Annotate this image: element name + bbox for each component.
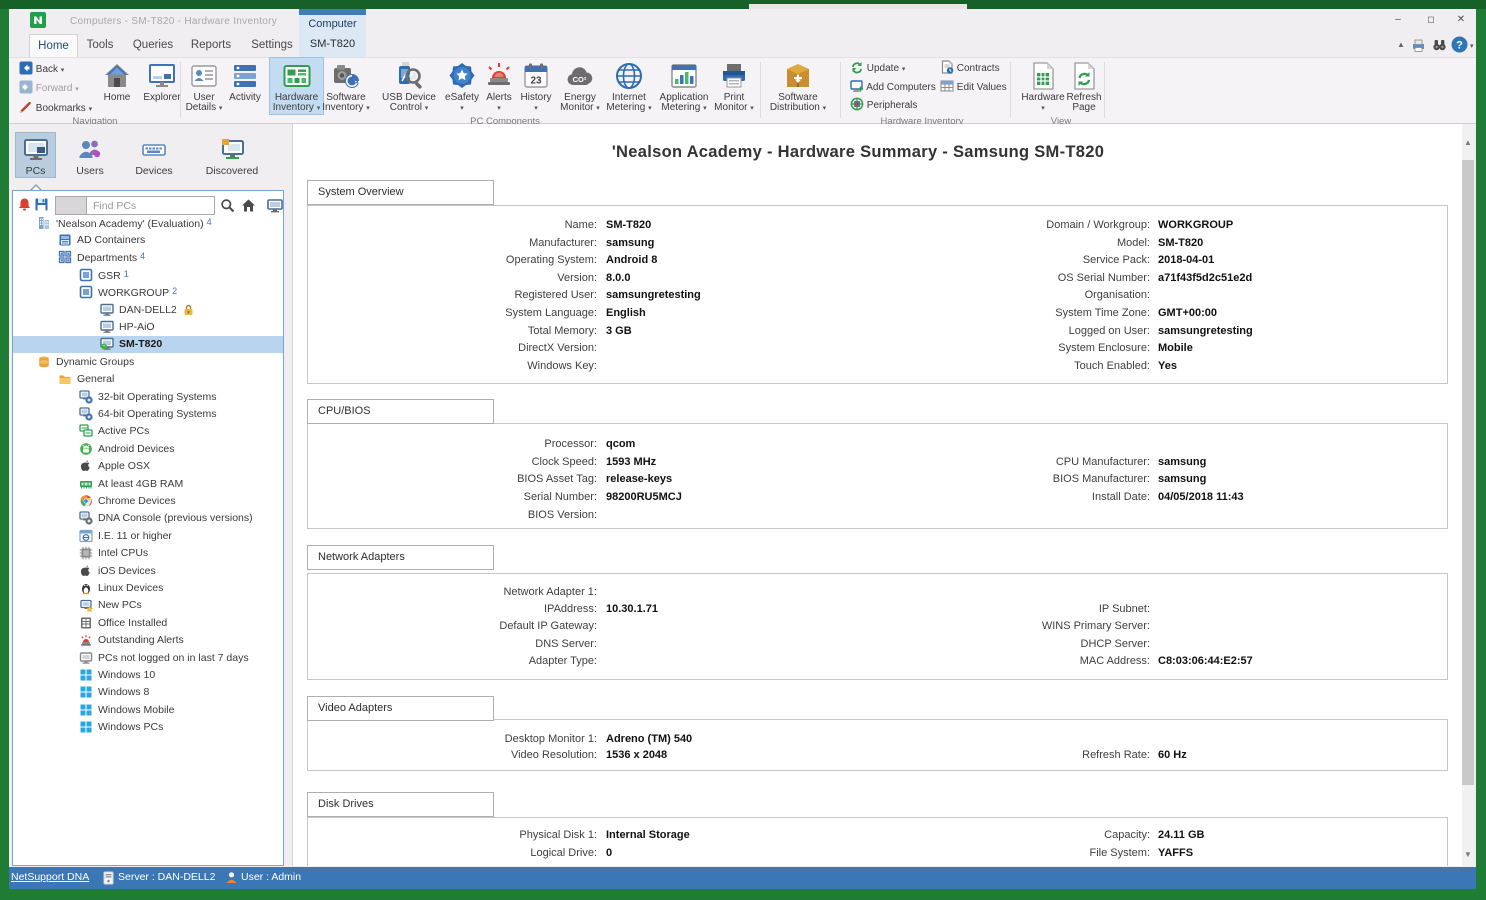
svg-text:CO²: CO² <box>573 75 587 84</box>
svg-text:?: ? <box>1456 40 1463 52</box>
svg-text:23: 23 <box>530 76 542 87</box>
